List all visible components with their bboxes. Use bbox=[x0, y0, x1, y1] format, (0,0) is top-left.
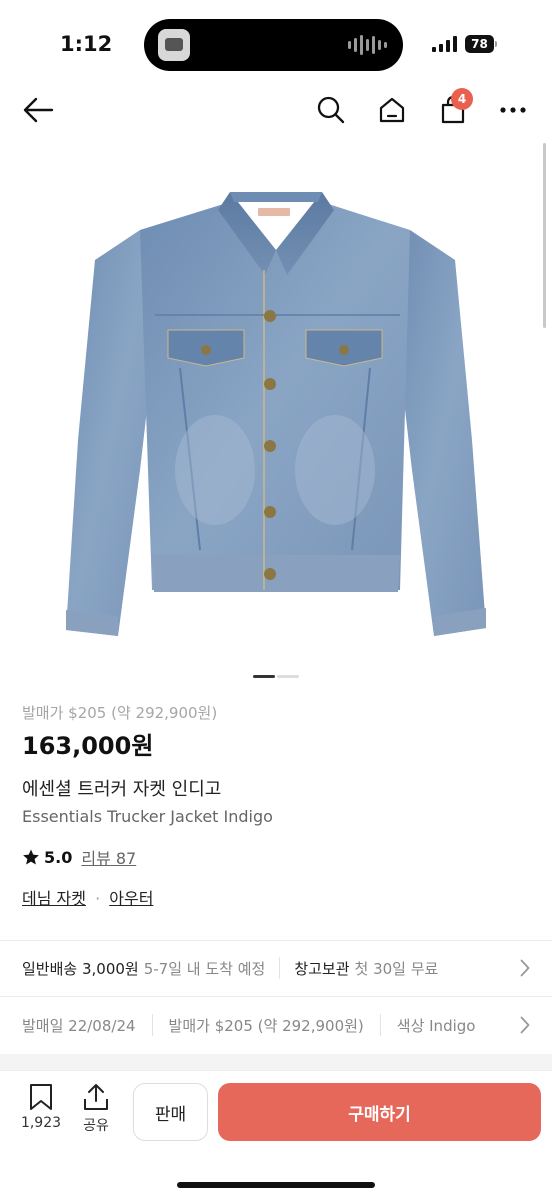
release-price-line: 발매가 $205 (약 292,900원) bbox=[22, 704, 218, 722]
current-price: 163,000원 bbox=[22, 732, 154, 760]
battery-icon: 78 bbox=[465, 35, 494, 53]
release-date: 발매일 22/08/24 bbox=[22, 1016, 136, 1035]
page-dot-active bbox=[253, 675, 275, 678]
product-info: 발매가 $205 (약 292,900원) 163,000원 에센셜 트러커 자… bbox=[22, 700, 532, 912]
share-button[interactable]: 공유 bbox=[71, 1083, 121, 1135]
battery-nub bbox=[495, 41, 497, 47]
review-link[interactable]: 리뷰 87 bbox=[81, 845, 136, 869]
chevron-right-icon bbox=[520, 959, 530, 977]
page-dot bbox=[277, 675, 299, 678]
status-time: 1:12 bbox=[60, 32, 113, 56]
product-name-english: Essentials Trucker Jacket Indigo bbox=[22, 807, 273, 826]
section-spacer bbox=[0, 1054, 552, 1070]
top-nav: 4 bbox=[0, 84, 552, 134]
back-button[interactable] bbox=[18, 90, 58, 130]
vertical-divider bbox=[151, 1014, 153, 1036]
standard-shipping-label: 일반배송 3,000원 bbox=[22, 959, 139, 978]
bookmark-icon bbox=[30, 1084, 52, 1110]
home-icon bbox=[379, 97, 405, 123]
share-label: 공유 bbox=[83, 1118, 109, 1134]
audio-waveform-icon bbox=[348, 33, 387, 57]
vertical-divider bbox=[279, 957, 281, 979]
standard-shipping-eta: 5-7일 내 도착 예정 bbox=[143, 959, 266, 978]
share-icon bbox=[84, 1084, 108, 1110]
denim-jacket-image bbox=[66, 192, 486, 636]
warehouse-storage-label: 창고보관 bbox=[294, 959, 350, 978]
chevron-right-icon bbox=[520, 1016, 530, 1034]
bookmark-count: 1,923 bbox=[20, 1115, 62, 1131]
buy-button[interactable]: 구매하기 bbox=[218, 1083, 541, 1141]
divider bbox=[0, 996, 552, 997]
cart-button[interactable]: 4 bbox=[433, 88, 473, 130]
shipping-options-row[interactable]: 일반배송 3,000원 5-7일 내 도착 예정 창고보관 첫 30일 무료 bbox=[0, 942, 552, 994]
back-arrow-icon bbox=[23, 97, 54, 123]
rating-score: 5.0 bbox=[44, 847, 73, 867]
category-link-denim-jacket[interactable]: 데님 자켓 bbox=[22, 889, 86, 908]
more-icon bbox=[500, 107, 526, 113]
category-row: 데님 자켓 · 아우터 bbox=[22, 886, 532, 912]
scroll-indicator bbox=[543, 143, 546, 328]
category-link-outer[interactable]: 아우터 bbox=[109, 889, 153, 908]
dynamic-island[interactable] bbox=[144, 19, 403, 71]
product-image-carousel[interactable] bbox=[0, 140, 552, 660]
vertical-divider bbox=[379, 1014, 381, 1036]
product-meta-row[interactable]: 발매일 22/08/24 발매가 $205 (약 292,900원) 색상 In… bbox=[0, 998, 552, 1052]
home-indicator[interactable] bbox=[177, 1182, 375, 1188]
divider bbox=[0, 940, 552, 941]
sell-button[interactable]: 판매 bbox=[133, 1083, 208, 1141]
warehouse-storage-note: 첫 30일 무료 bbox=[354, 959, 439, 978]
search-button[interactable] bbox=[311, 90, 351, 130]
cart-count-badge: 4 bbox=[451, 88, 473, 110]
status-bar: 1:12 78 bbox=[0, 0, 552, 90]
cellular-signal-icon bbox=[432, 36, 457, 52]
color-value: 색상 Indigo bbox=[396, 1016, 476, 1035]
more-button[interactable] bbox=[493, 90, 533, 130]
category-separator: · bbox=[95, 889, 101, 908]
bottom-action-bar: 1,923 공유 판매 구매하기 bbox=[0, 1070, 552, 1200]
home-button[interactable] bbox=[372, 90, 412, 130]
meta-release-price: 발매가 $205 (약 292,900원) bbox=[168, 1016, 364, 1035]
product-name-korean: 에센셜 트러커 자켓 인디고 bbox=[22, 779, 222, 800]
bookmark-button[interactable]: 1,923 bbox=[16, 1083, 66, 1131]
search-icon bbox=[317, 96, 345, 124]
carousel-page-indicator bbox=[253, 675, 299, 678]
star-icon bbox=[23, 849, 39, 865]
rating-row: 5.0 리뷰 87 bbox=[22, 844, 532, 870]
now-playing-app-icon bbox=[158, 29, 190, 61]
